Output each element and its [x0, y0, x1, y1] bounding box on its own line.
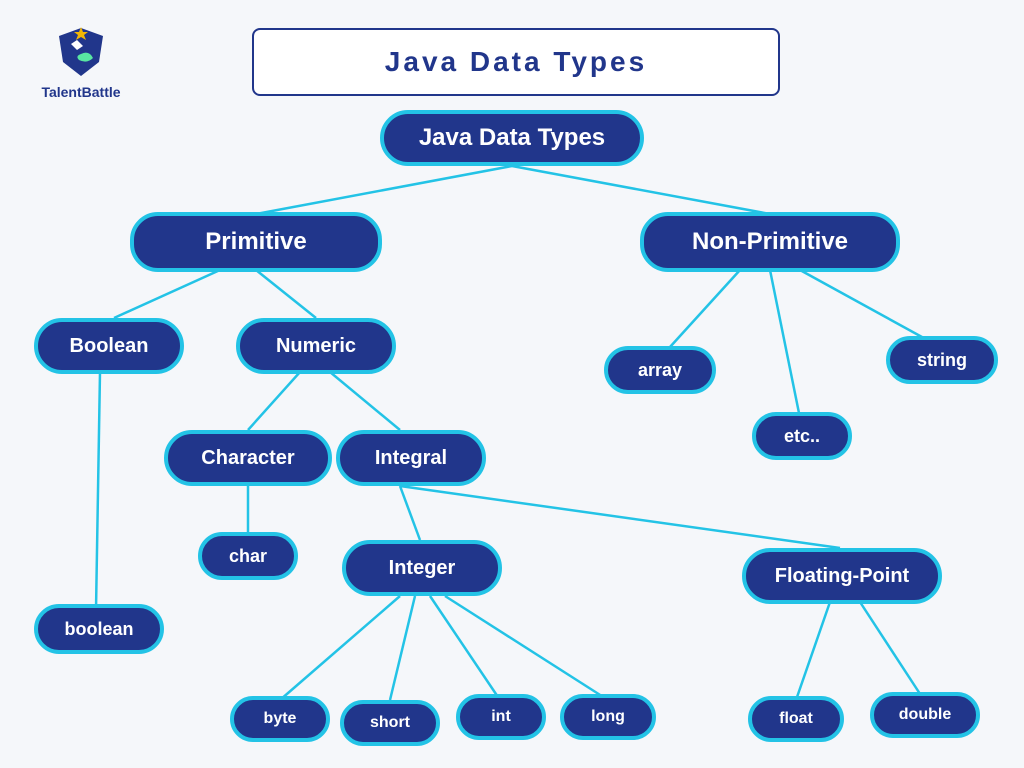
node-double: double	[870, 692, 980, 738]
node-string: string	[886, 336, 998, 384]
node-numeric: Numeric	[236, 318, 396, 374]
diagram-title-box: Java Data Types	[252, 28, 780, 96]
node-short: short	[340, 700, 440, 746]
brand-name: TalentBattle	[41, 84, 120, 100]
shield-icon	[53, 24, 109, 80]
node-int: int	[456, 694, 546, 740]
node-long: long	[560, 694, 656, 740]
node-integer: Integer	[342, 540, 502, 596]
node-integral: Integral	[336, 430, 486, 486]
node-boolean-category: Boolean	[34, 318, 184, 374]
node-byte: byte	[230, 696, 330, 742]
node-float: float	[748, 696, 844, 742]
node-array: array	[604, 346, 716, 394]
node-primitive: Primitive	[130, 212, 382, 272]
node-etc: etc..	[752, 412, 852, 460]
node-char: char	[198, 532, 298, 580]
node-nonprimitive: Non-Primitive	[640, 212, 900, 272]
node-boolean-leaf: boolean	[34, 604, 164, 654]
diagram-title: Java Data Types	[385, 46, 647, 78]
brand-logo: TalentBattle	[36, 24, 126, 100]
node-root: Java Data Types	[380, 110, 644, 166]
node-character: Character	[164, 430, 332, 486]
node-floating-point: Floating-Point	[742, 548, 942, 604]
